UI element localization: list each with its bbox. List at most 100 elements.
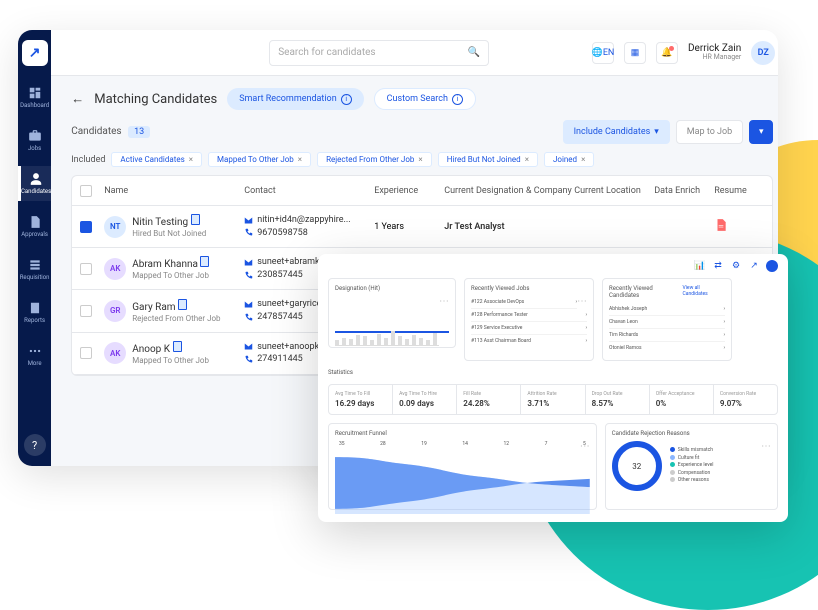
col-resume: Resume: [714, 186, 764, 196]
candidates-label: Candidates: [71, 126, 121, 137]
experience: 1 Years: [374, 222, 444, 232]
file-icon: [173, 341, 182, 352]
topbar: Search for candidates 🔍 🌐 EN ▦ 🔔 Derrick…: [51, 30, 778, 76]
page-title: Matching Candidates: [94, 92, 217, 107]
card-menu[interactable]: ⋯: [439, 296, 449, 307]
recent-candidates-card: Recently Viewed Candidates View all Cand…: [602, 278, 732, 361]
avatar: GR: [104, 300, 126, 322]
row-checkbox[interactable]: [80, 221, 92, 233]
email: nitin+id4n@zappyhire...: [257, 214, 350, 227]
share-icon[interactable]: ↗: [748, 260, 760, 272]
filter-chip[interactable]: Mapped To Other Job×: [208, 152, 311, 167]
card-menu[interactable]: ⋯: [761, 441, 771, 452]
tab-custom-search[interactable]: Custom Searchi: [374, 88, 476, 110]
notification-badge[interactable]: 🗩: [766, 260, 778, 272]
col-designation: Current Designation & Company: [444, 186, 574, 196]
sidebar-item-label: More: [28, 360, 42, 367]
list-item[interactable]: #113 Asst Chairman Board›: [471, 335, 587, 347]
filter-chip[interactable]: Joined×: [544, 152, 594, 167]
logo: ↗: [22, 40, 48, 66]
sidebar-item-jobs[interactable]: Jobs: [18, 123, 51, 158]
filter-chip[interactable]: Active Candidates×: [111, 152, 202, 167]
search-input[interactable]: Search for candidates 🔍: [269, 40, 489, 66]
filter-chip[interactable]: Rejected From Other Job×: [317, 152, 432, 167]
phone: 274911445: [257, 353, 303, 366]
candidate-name: Abram Khanna: [132, 256, 209, 271]
sidebar-item-label: Requisition: [20, 274, 50, 281]
swap-icon[interactable]: ⇄: [712, 260, 724, 272]
list-item[interactable]: Abhishek Joseph›: [609, 303, 725, 316]
avatar[interactable]: DZ: [751, 41, 775, 65]
col-data-enrich: Data Enrich: [654, 186, 714, 196]
candidate-name: Anoop K: [132, 341, 209, 356]
info-icon[interactable]: i: [452, 94, 463, 105]
file-icon: [178, 299, 187, 310]
list-item[interactable]: #122 Associate DevOps›: [471, 296, 577, 309]
included-label: Included: [71, 155, 105, 165]
user-menu[interactable]: Derrick Zain HR Manager: [688, 43, 741, 62]
stats-title: Statistics: [328, 369, 778, 376]
view-all-link[interactable]: View all Candidates: [683, 285, 725, 299]
sidebar-item-more[interactable]: More: [18, 338, 51, 373]
stat-item: Avg Time To Fill16.29 days: [329, 385, 393, 414]
stat-item: Conversion Rate9.07%: [714, 385, 777, 414]
filter-icon[interactable]: ⚙: [730, 260, 742, 272]
info-icon[interactable]: i: [341, 94, 352, 105]
card-menu[interactable]: ⋯: [577, 296, 587, 307]
col-experience: Experience: [374, 186, 444, 196]
map-to-job-button[interactable]: Map to Job: [676, 120, 743, 144]
phone-icon: [244, 313, 253, 322]
sidebar-item-candidates[interactable]: Candidates: [18, 166, 51, 201]
candidate-name: Nitin Testing: [132, 214, 206, 229]
sidebar-item-label: Candidates: [21, 188, 51, 195]
stat-item: Offer Acceptance0%: [650, 385, 714, 414]
include-candidates-button[interactable]: Include Candidates ▾: [563, 120, 670, 144]
card-title: Candidate Rejection Reasons: [612, 430, 771, 437]
sidebar-item-reports[interactable]: Reports: [18, 295, 51, 330]
back-button[interactable]: ←: [71, 91, 84, 107]
list-item[interactable]: Chavan Leon›: [609, 316, 725, 329]
list-item[interactable]: Tim Richards›: [609, 329, 725, 342]
designation-chart-card: Designation (Hit) ⋯: [328, 278, 456, 348]
candidate-status: Hired But Not Joined: [132, 229, 206, 239]
sidebar-item-dashboard[interactable]: Dashboard: [18, 80, 51, 115]
list-item[interactable]: #128 Performance Tester›: [471, 309, 587, 322]
table-row[interactable]: NT Nitin Testing Hired But Not Joined ni…: [72, 206, 772, 248]
rejection-reasons-card: Candidate Rejection Reasons ⋯ 32 Skills …: [605, 423, 778, 510]
donut-chart: 32: [612, 441, 662, 491]
tab-smart-recommendation[interactable]: Smart Recommendationi: [227, 88, 363, 110]
notifications-icon[interactable]: 🔔: [656, 42, 678, 64]
list-item[interactable]: Otoniel Ramos›: [609, 342, 725, 354]
card-title: Recently Viewed Candidates: [609, 285, 683, 299]
dropdown-button[interactable]: ▾: [749, 120, 773, 144]
user-role: HR Manager: [688, 54, 741, 62]
candidate-status: Mapped To Other Job: [132, 356, 209, 366]
phone: 9670598758: [257, 227, 308, 240]
avatar: AK: [104, 342, 126, 364]
language-selector[interactable]: 🌐 EN: [592, 42, 614, 64]
calendar-icon[interactable]: ▦: [624, 42, 646, 64]
stat-item: Attrition Rate3.71%: [521, 385, 585, 414]
row-checkbox[interactable]: [80, 305, 92, 317]
select-all-checkbox[interactable]: [80, 185, 92, 197]
row-checkbox[interactable]: [80, 347, 92, 359]
card-title: Designation (Hit): [335, 285, 449, 292]
list-item[interactable]: #129 Service Executive›: [471, 322, 587, 335]
filter-chip[interactable]: Hired But Not Joined×: [438, 152, 538, 167]
phone: 247857445: [257, 311, 303, 324]
mail-icon: [244, 300, 253, 309]
remove-chip-icon: ×: [298, 155, 302, 164]
chart-icon[interactable]: 📊: [694, 260, 706, 272]
phone-icon: [244, 271, 253, 280]
col-contact: Contact: [244, 186, 374, 196]
help-button[interactable]: ?: [24, 434, 46, 456]
search-icon: 🔍: [468, 47, 480, 58]
remove-chip-icon: ×: [189, 155, 193, 164]
row-checkbox[interactable]: [80, 263, 92, 275]
mail-icon: [244, 342, 253, 351]
sidebar-item-approvals[interactable]: Approvals: [18, 209, 51, 244]
resume-icon[interactable]: [714, 218, 764, 235]
sidebar-item-requisition[interactable]: Requisition: [18, 252, 51, 287]
search-placeholder: Search for candidates: [278, 47, 375, 58]
phone-icon: [244, 228, 253, 237]
